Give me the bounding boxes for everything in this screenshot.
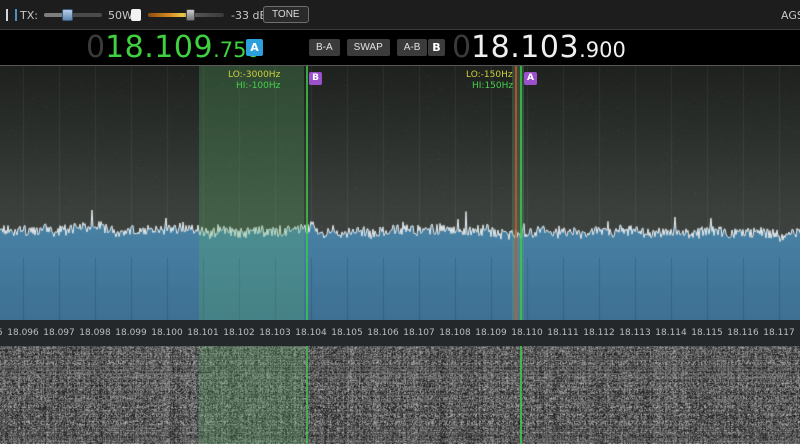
scale-label: 18.102	[223, 328, 255, 338]
vfo-button-group: B-A SWAP A-B	[309, 39, 427, 56]
scale-label: 18.115	[691, 328, 723, 338]
waterfall-level-slider[interactable]	[148, 13, 224, 17]
tx-power-value: 50W	[108, 9, 133, 22]
vfo-b-frequency-fraction[interactable]: .900	[579, 34, 626, 67]
scale-label: 18.104	[295, 328, 327, 338]
scale-label: 18.109	[475, 328, 507, 338]
tx-label: TX:	[20, 9, 38, 22]
scale-label: 18.103	[259, 328, 291, 338]
scale-label: 18.111	[547, 328, 579, 338]
filter-passband-a[interactable]	[512, 66, 524, 320]
drag-handle-icon[interactable]	[6, 9, 17, 21]
spectrum-display[interactable]	[0, 66, 800, 320]
scale-label: 18.107	[403, 328, 435, 338]
tx-power-slider-handle[interactable]	[62, 9, 73, 21]
scale-label: 18.096	[7, 328, 39, 338]
filter-passband-b[interactable]	[199, 66, 304, 320]
tone-button[interactable]: TONE	[263, 6, 309, 23]
vfo-b-ghost-zero: 0	[452, 31, 471, 64]
frequency-scale[interactable]: 18.095 18.096 18.097 18.098 18.099 18.100 18.1…	[0, 320, 800, 346]
scale-label: 18.113	[619, 328, 651, 338]
marker-b-badge[interactable]: B	[309, 72, 322, 85]
scale-label: 18.106	[367, 328, 399, 338]
waterfall-passband-b	[199, 346, 304, 444]
scale-label: 18.112	[583, 328, 615, 338]
scale-label: 18.114	[655, 328, 687, 338]
waterfall-marker-line-a	[520, 346, 522, 444]
vfo-a-marker-line[interactable]	[520, 66, 522, 320]
vfo-b-badge[interactable]: B	[428, 39, 445, 56]
ags-button[interactable]: AGS	[781, 9, 800, 22]
vfo-a-frequency-main[interactable]: 18.109	[105, 31, 213, 64]
tx-power-slider[interactable]	[44, 13, 102, 17]
filter-lo-label-a: LO:-150Hz	[466, 70, 513, 80]
waterfall-level-handle[interactable]	[186, 9, 195, 21]
scale-label: 18.099	[115, 328, 147, 338]
waterfall-marker-line-b	[306, 346, 308, 444]
scale-label: 18.105	[331, 328, 363, 338]
scale-label: 18.095	[0, 328, 3, 338]
scale-label: 18.098	[79, 328, 111, 338]
scale-label: 18.110	[511, 328, 543, 338]
filter-lo-label-b: LO:-3000Hz	[228, 70, 280, 80]
vfo-a-ghost-zero: 0	[86, 31, 105, 64]
scale-label: 18.108	[439, 328, 471, 338]
marker-a-badge[interactable]: A	[524, 72, 537, 85]
copy-a-to-b-button[interactable]: A-B	[397, 39, 428, 56]
filter-hi-label-b: HI:-100Hz	[236, 81, 280, 91]
frequency-row: 0 18.109 .750 A B-A SWAP A-B B 0 18.103 …	[0, 30, 800, 66]
waterfall-display[interactable]	[0, 346, 800, 444]
scale-label: 18.101	[187, 328, 219, 338]
vfo-b-display[interactable]: 0 18.103 .900	[452, 31, 626, 67]
vfo-a-display[interactable]: 0 18.109 .750	[86, 31, 260, 67]
sdr-app-window: TX: 50W -33 dB TONE AGS 0 18.109 .750 A …	[0, 0, 800, 444]
waterfall-min-handle[interactable]	[131, 9, 141, 21]
vfo-b-marker-line[interactable]	[306, 66, 308, 320]
scale-label: 18.100	[151, 328, 183, 338]
copy-b-to-a-button[interactable]: B-A	[309, 39, 340, 56]
vfo-b-frequency-main[interactable]: 18.103	[471, 31, 579, 64]
scale-label: 18.116	[727, 328, 759, 338]
top-toolbar: TX: 50W -33 dB TONE AGS	[0, 0, 800, 30]
scale-label: 18.097	[43, 328, 75, 338]
swap-button[interactable]: SWAP	[347, 39, 390, 56]
vfo-a-badge[interactable]: A	[246, 39, 263, 56]
filter-hi-label-a: HI:150Hz	[472, 81, 513, 91]
level-value: -33 dB	[231, 9, 267, 22]
scale-label: 18.117	[763, 328, 795, 338]
tx-marker-line[interactable]	[515, 66, 517, 320]
